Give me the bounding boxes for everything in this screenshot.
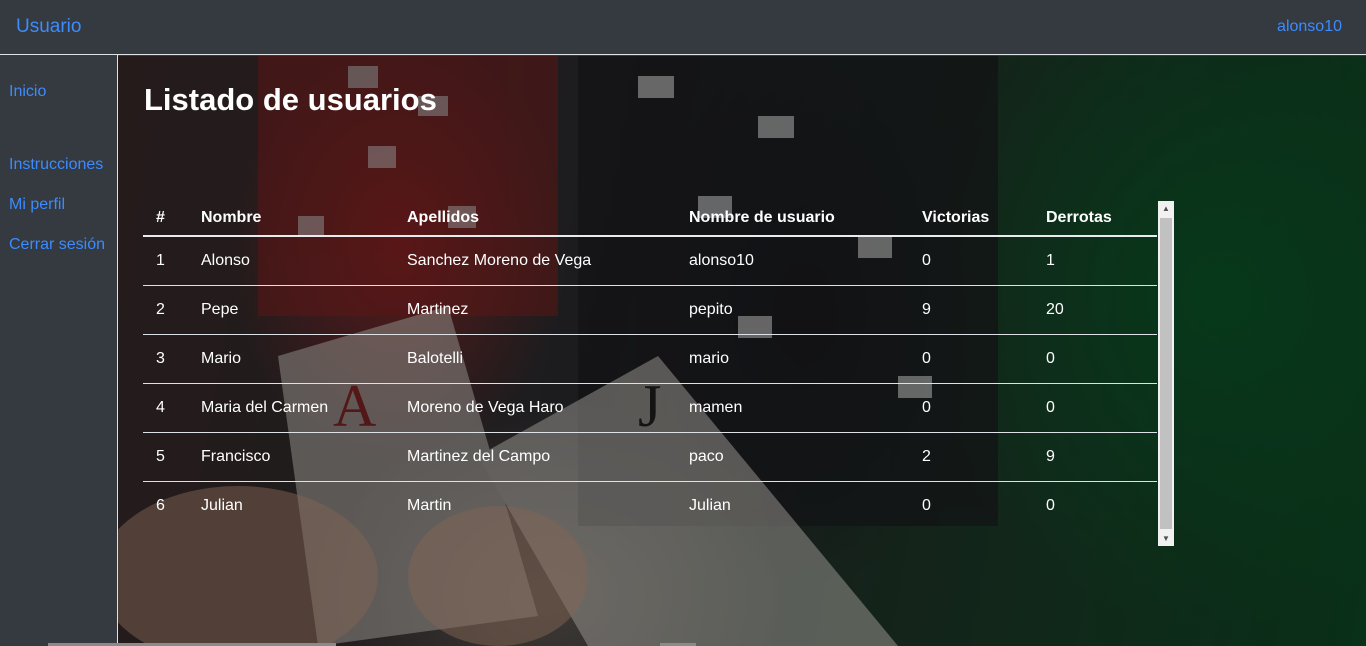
column-header-victorias: Victorias: [909, 201, 1033, 237]
cell-nombre: Pepe: [188, 285, 394, 335]
cell-derrotas: 9: [1033, 432, 1157, 482]
cell-derrotas: 20: [1033, 285, 1157, 335]
table-vertical-scrollbar[interactable]: ▲ ▼: [1158, 201, 1174, 546]
main-content: A J Listado de usuarios # Nombre Apellid…: [118, 56, 1366, 646]
cell-usuario: paco: [676, 432, 909, 482]
column-header-nombre: Nombre: [188, 201, 394, 237]
sidebar-item-instrucciones[interactable]: Instrucciones: [9, 156, 103, 174]
cell-apellidos: Martinez del Campo: [394, 432, 676, 482]
users-table-container: # Nombre Apellidos Nombre de usuario Vic…: [143, 201, 1174, 546]
column-header-derrotas: Derrotas: [1033, 201, 1157, 237]
cell-victorias: 0: [909, 383, 1033, 433]
sidebar-item-mi-perfil[interactable]: Mi perfil: [9, 196, 65, 214]
cell-index: 4: [143, 383, 188, 433]
cell-apellidos: Martin: [407, 497, 452, 514]
scroll-up-arrow-icon[interactable]: ▲: [1158, 201, 1174, 216]
cell-derrotas: 0: [1046, 497, 1055, 514]
column-header-nombre-de-usuario: Nombre de usuario: [676, 201, 909, 237]
scrollbar-thumb[interactable]: [1160, 218, 1172, 529]
cell-apellidos: Sanchez Moreno de Vega: [394, 236, 676, 286]
cell-usuario: alonso10: [676, 236, 909, 286]
column-header-index: #: [143, 201, 188, 237]
cell-derrotas: 1: [1033, 236, 1157, 286]
table-row: 2 Pepe Martinez pepito 9 20: [143, 285, 1157, 335]
navbar-user-link[interactable]: alonso10: [1277, 18, 1342, 36]
cell-usuario: Julian: [689, 497, 731, 514]
cell-derrotas: 0: [1033, 334, 1157, 384]
navbar-brand-link[interactable]: Usuario: [16, 16, 81, 38]
cell-victorias: 0: [909, 334, 1033, 384]
cell-nombre: Francisco: [188, 432, 394, 482]
table-row: 5 Francisco Martinez del Campo paco 2 9: [143, 432, 1157, 482]
cell-index: 2: [143, 285, 188, 335]
cell-victorias: 9: [909, 285, 1033, 335]
cell-index: 5: [143, 432, 188, 482]
cell-apellidos: Martinez: [394, 285, 676, 335]
cell-index: 6: [156, 497, 165, 514]
cell-victorias: 0: [909, 236, 1033, 286]
users-table: # Nombre Apellidos Nombre de usuario Vic…: [143, 201, 1157, 530]
cell-nombre: Maria del Carmen: [188, 383, 394, 433]
cell-apellidos: Balotelli: [394, 334, 676, 384]
page-title: Listado de usuarios: [144, 82, 437, 117]
sidebar: Inicio Instrucciones Mi perfil Cerrar se…: [0, 55, 118, 646]
scroll-down-arrow-icon[interactable]: ▼: [1158, 531, 1174, 546]
cell-index: 1: [143, 236, 188, 286]
cell-victorias: 0: [922, 497, 931, 514]
cell-nombre: Mario: [188, 334, 394, 384]
sidebar-item-cerrar-sesion[interactable]: Cerrar sesión: [9, 236, 105, 254]
cell-usuario: mamen: [676, 383, 909, 433]
table-row: 6 Julian Martin Julian 0 0: [143, 482, 1157, 531]
top-navbar: Usuario alonso10: [0, 0, 1366, 55]
table-row: 3 Mario Balotelli mario 0 0: [143, 334, 1157, 384]
cell-apellidos: Moreno de Vega Haro: [394, 383, 676, 433]
cell-nombre: Alonso: [188, 236, 394, 286]
sidebar-item-inicio[interactable]: Inicio: [9, 83, 46, 101]
cell-usuario: mario: [676, 334, 909, 384]
table-row: 1 Alonso Sanchez Moreno de Vega alonso10…: [143, 236, 1157, 286]
cell-nombre: Julian: [201, 497, 243, 514]
cell-usuario: pepito: [676, 285, 909, 335]
table-row: 4 Maria del Carmen Moreno de Vega Haro m…: [143, 383, 1157, 433]
table-header-row: # Nombre Apellidos Nombre de usuario Vic…: [143, 201, 1157, 237]
cell-index: 3: [143, 334, 188, 384]
column-header-apellidos: Apellidos: [394, 201, 676, 237]
cell-derrotas: 0: [1033, 383, 1157, 433]
cell-victorias: 2: [909, 432, 1033, 482]
